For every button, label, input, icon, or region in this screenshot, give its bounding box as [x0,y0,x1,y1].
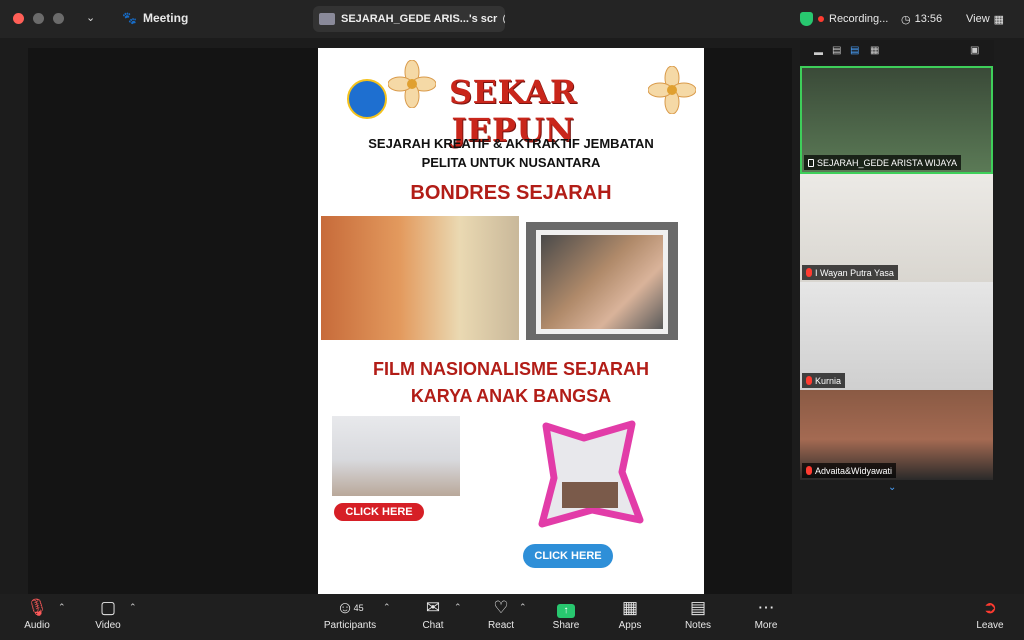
video-button[interactable]: ▢ Video [88,596,128,640]
film-photo-2 [538,420,644,528]
pin-icon [808,158,814,167]
participant-name: SEJARAH_GEDE ARISTA WIJAYA [817,157,958,168]
minimize-window-button[interactable] [33,13,44,24]
video-camera-icon: ▢ [99,598,117,617]
view-grid-icon: ▦ [993,13,1005,26]
share-label: Share [552,620,580,631]
react-button[interactable]: ♡ React [484,596,518,640]
participant-nameplate: SEJARAH_GEDE ARISTA WIJAYA [804,155,962,170]
slide-subtitle: SEJARAH KREATIF & AKTRAKTIF JEMBATAN PEL… [318,134,704,172]
film-heading-line-2: KARYA ANAK BANGSA [410,386,612,406]
chevron-up-icon[interactable]: ⌃ [58,602,66,613]
participants-label: Participants [323,620,377,631]
zoom-window-button[interactable] [53,13,64,24]
subtitle-line-2: PELITA UNTUK NUSANTARA [421,155,601,170]
minimize-icon[interactable]: ▬ [814,47,823,57]
participant-name: Advaita&Widyawati [815,465,893,476]
chevron-up-icon[interactable]: ⌃ [519,602,527,613]
participants-icon: ☺45 [336,598,364,617]
video-label: Video [95,620,121,631]
chevron-up-icon[interactable]: ⌃ [383,602,391,613]
recording-dot-icon [818,16,824,22]
shield-icon [800,12,813,26]
participant-tile[interactable]: SEJARAH_GEDE ARISTA WIJAYA [800,66,993,174]
participant-name: Kurnia [815,375,842,386]
chevron-up-icon[interactable]: ⌃ [129,602,137,613]
recording-status[interactable]: Recording... [800,8,888,30]
frangipani-flower-icon [648,66,696,114]
participant-nameplate: Kurnia [802,373,846,388]
participant-tile[interactable]: Kurnia [800,282,993,390]
popout-icon[interactable]: ▣ [970,45,979,56]
participant-name: I Wayan Putra Yasa [815,267,894,278]
apps-button[interactable]: ▦ Apps [614,596,646,640]
participant-tile[interactable]: I Wayan Putra Yasa [800,174,993,282]
strip-view-icon[interactable]: ▤ [850,45,859,56]
click-here-button-red[interactable]: CLICK HERE [334,503,424,521]
share-button[interactable]: ↑ Share [550,596,582,640]
leave-button[interactable]: ➲ Leave [972,596,1008,640]
clock-icon: ◷ [901,13,911,26]
chevron-up-icon[interactable]: ⌃ [454,602,462,613]
bondres-photo-1 [321,216,519,340]
notes-label: Notes [684,620,712,631]
chat-button[interactable]: ✉ Chat [418,596,448,640]
leave-label: Leave [976,620,1004,631]
subtitle-line-1: SEJARAH KREATIF & AKTRAKTIF JEMBATAN [368,136,654,151]
speaker-view-icon[interactable]: ▤ [832,45,841,56]
photo-frame [536,230,668,334]
muted-mic-icon [806,466,812,475]
apps-icon: ▦ [621,598,639,617]
apps-label: Apps [618,620,642,631]
section-heading-film: FILM NASIONALISME SEJARAH KARYA ANAK BAN… [318,356,704,410]
chat-icon: ✉ [425,598,441,617]
bondres-photo-2 [526,222,678,340]
participants-button[interactable]: ☺45 Participants [318,596,382,640]
section-heading-bondres: BONDRES SEJARAH [410,182,612,204]
share-screen-icon: ↑ [557,596,575,620]
participants-count: 45 [353,603,364,613]
audio-label: Audio [24,620,50,631]
meeting-label: Meeting [142,11,189,25]
view-label: View [966,13,990,25]
timer-text: 13:56 [914,13,943,25]
muted-mic-icon [806,268,812,277]
heart-icon: ♡ [493,598,509,617]
grid-view-icon[interactable]: ▦ [870,45,879,56]
ministry-logo [347,79,387,119]
close-window-button[interactable] [13,13,24,24]
muted-mic-icon [806,376,812,385]
title-bar: ⌄ 🐾 Meeting SEJARAH_GEDE ARIS...'s scr ·… [0,0,1024,38]
screen-share-tab[interactable]: SEJARAH_GEDE ARIS...'s scr ··· [313,6,505,32]
scroll-down-chevron-icon[interactable]: ⌄ [888,482,896,493]
paw-icon: 🐾 [122,11,137,25]
gallery-controls: ▬ ▤ ▤ ▦ ▣ [800,40,994,64]
notes-button[interactable]: ▤ Notes [682,596,714,640]
meeting-menu[interactable]: 🐾 Meeting [122,11,188,25]
more-options-icon[interactable]: ··· [503,13,505,25]
participant-tile[interactable]: Advaita&Widyawati [800,390,993,480]
click-here-button-blue[interactable]: CLICK HERE [523,544,613,568]
chevron-down-icon[interactable]: ⌄ [86,11,95,24]
film-heading-line-1: FILM NASIONALISME SEJARAH [372,359,649,379]
meeting-toolbar: 🎙 Audio ⌃ ▢ Video ⌃ ☺45 Participants ⌃ ✉… [0,594,1024,640]
muted-mic-icon: 🎙 [26,598,48,617]
share-tab-label: SEJARAH_GEDE ARIS...'s scr [341,13,498,25]
leave-icon: ➲ [982,598,998,617]
recording-label: Recording... [829,13,889,25]
view-button[interactable]: View ▦ [966,8,1004,30]
react-label: React [487,620,515,631]
chat-label: Chat [422,620,444,631]
shared-slide: SEKAR JEPUN SEJARAH KREATIF & AKTRAKTIF … [318,48,704,594]
more-label: More [754,620,778,631]
participant-nameplate: I Wayan Putra Yasa [802,265,898,280]
participant-nameplate: Advaita&Widyawati [802,463,897,478]
film-photo-1 [332,416,460,496]
share-thumbnail-icon [319,13,335,25]
more-icon: ⋯ [757,598,775,617]
notes-icon: ▤ [689,598,707,617]
meeting-timer: ◷ 13:56 [901,8,942,30]
audio-button[interactable]: 🎙 Audio [18,596,56,640]
more-button[interactable]: ⋯ More [750,596,782,640]
